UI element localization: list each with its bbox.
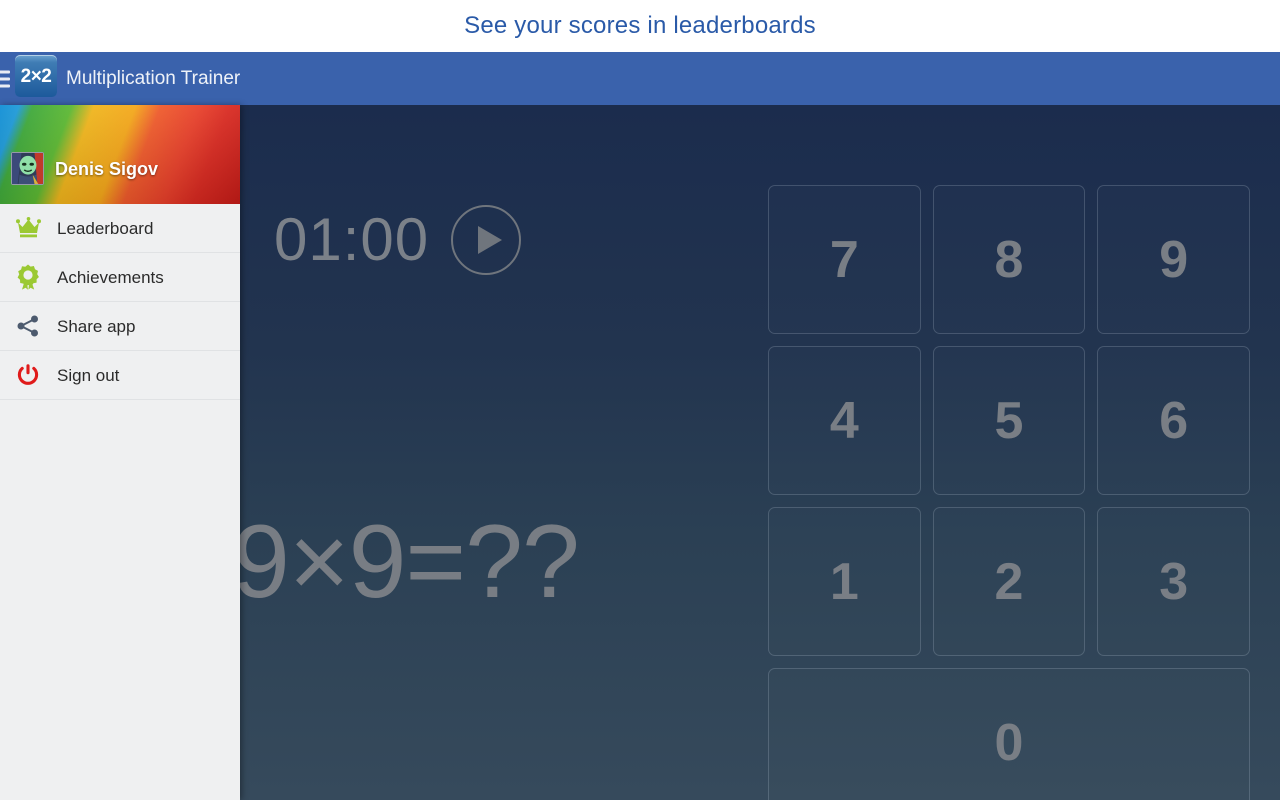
promo-banner[interactable]: See your scores in leaderboards [0,0,1280,52]
drawer-item-label: Sign out [57,365,120,385]
promo-banner-text: See your scores in leaderboards [464,12,816,39]
keypad-key-1[interactable]: 1 [768,507,921,656]
keypad-key-7[interactable]: 7 [768,185,921,334]
app-root: See your scores in leaderboards Multipli… [0,0,1280,800]
keypad-key-0[interactable]: 0 [768,668,1250,800]
drawer-item-label: Achievements [57,267,164,287]
app-logo-label: 2×2 [20,65,52,87]
keypad-key-9[interactable]: 9 [1097,185,1250,334]
drawer-item-share-app[interactable]: Share app [0,302,240,351]
keypad-key-2[interactable]: 2 [932,507,1086,656]
crown-icon [11,211,45,245]
drawer-item-leaderboard[interactable]: Leaderboard [0,204,240,253]
share-icon [11,309,45,343]
keypad-key-8[interactable]: 8 [932,185,1086,334]
keypad-key-3[interactable]: 3 [1097,507,1250,656]
keypad-key-6[interactable]: 6 [1097,346,1250,495]
award-ribbon-icon [11,260,45,294]
keypad-key-4[interactable]: 4 [768,346,921,495]
app-bar: Multiplication Trainer [0,52,1280,105]
drawer-item-achievements[interactable]: Achievements [0,253,240,302]
navigation-drawer: Denis Sigov Leaderboard Achievements Sha… [0,105,240,800]
app-title: Multiplication Trainer [66,68,241,89]
numeric-keypad: 7 8 9 4 5 6 1 2 3 0 [768,185,1250,800]
hamburger-menu-icon[interactable] [0,70,10,87]
power-icon [11,358,45,392]
timer-value: 01:00 [274,206,430,273]
drawer-item-label: Share app [57,316,136,336]
drawer-item-label: Leaderboard [57,218,154,238]
drawer-item-sign-out[interactable]: Sign out [0,351,240,400]
play-triangle [477,226,502,254]
keypad-key-5[interactable]: 5 [932,346,1086,495]
timer-row: 01:00 [240,205,522,275]
play-icon[interactable] [451,205,522,275]
equation-display: 9×9=?? [232,504,580,620]
avatar[interactable] [11,152,44,185]
drawer-menu-list: Leaderboard Achievements Share app Sign … [0,204,240,400]
app-logo-icon[interactable]: 2×2 [15,55,57,97]
user-name: Denis Sigov [55,158,159,179]
